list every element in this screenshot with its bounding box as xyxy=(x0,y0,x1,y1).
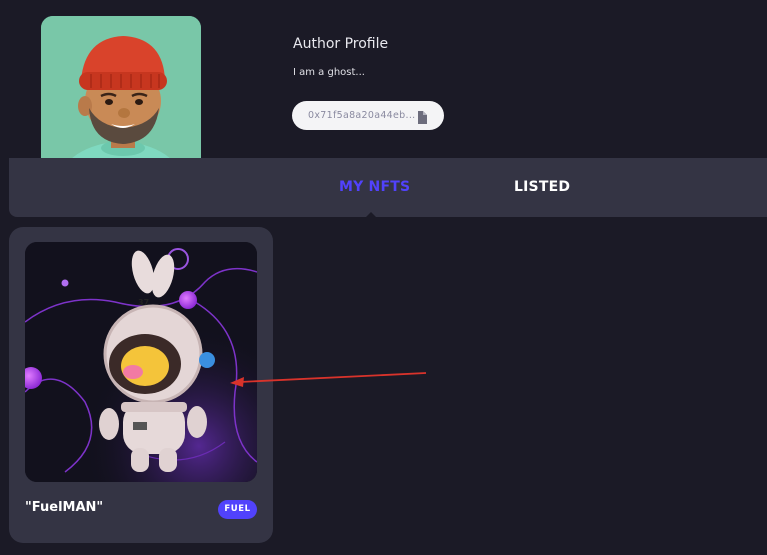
astronaut-bunny-nft-icon: 37 xyxy=(25,242,257,482)
nft-card[interactable]: 37 "FuelMAN" FUEL xyxy=(9,227,273,543)
profile-avatar xyxy=(41,16,201,176)
svg-text:37: 37 xyxy=(138,298,149,307)
nft-name: "FuelMAN" xyxy=(25,500,104,515)
avatar-illustration xyxy=(41,16,201,176)
active-tab-indicator xyxy=(365,212,377,218)
nft-tag-badge: FUEL xyxy=(218,500,257,519)
profile-tabs-bar: MY NFTS LISTED xyxy=(9,158,767,217)
profile-bio: I am a ghost... xyxy=(293,67,365,78)
tab-listed[interactable]: LISTED xyxy=(514,158,570,217)
nft-image[interactable]: 37 xyxy=(25,242,257,482)
profile-title: Author Profile xyxy=(293,36,389,52)
tab-my-nfts[interactable]: MY NFTS xyxy=(339,158,410,217)
copy-icon[interactable] xyxy=(417,109,427,124)
wallet-address-button[interactable]: 0x71f5a8a20a44eb... xyxy=(292,101,444,130)
wallet-address-text: 0x71f5a8a20a44eb... xyxy=(308,110,416,121)
